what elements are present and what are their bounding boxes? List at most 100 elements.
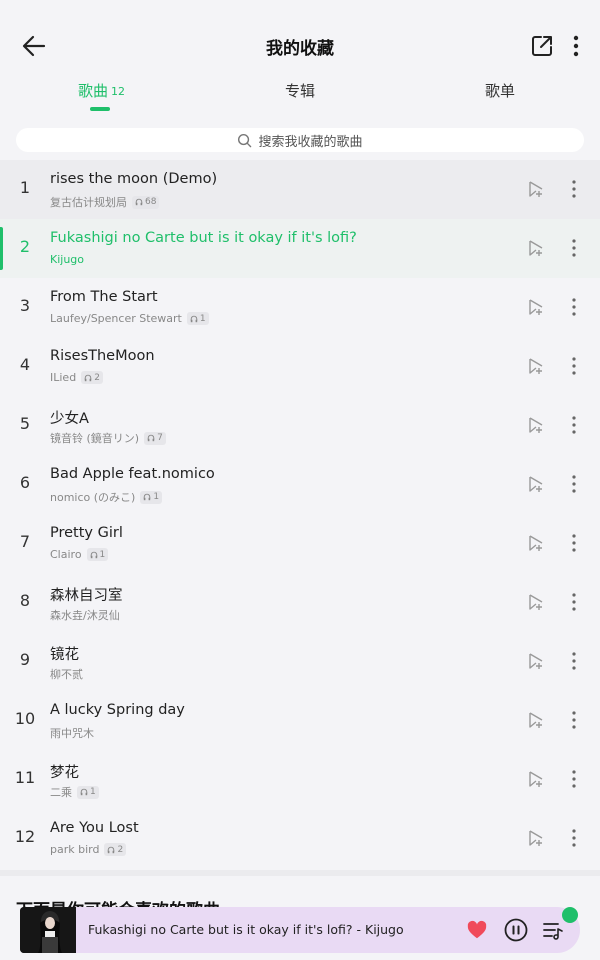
song-title: 少女A [50,411,89,427]
headphones-icon [90,551,97,558]
play-count-badge: 1 [140,490,163,504]
headphones-icon [80,788,88,796]
add-to-playlist-icon[interactable] [526,415,546,435]
song-artist: 雨中咒木 [50,727,94,740]
add-to-playlist-icon[interactable] [526,651,546,671]
more-vertical-icon[interactable] [566,297,582,317]
tab-playlists[interactable]: 歌单 [485,80,515,101]
more-vertical-icon[interactable] [566,828,582,848]
song-artist-line: ILied 2 [50,371,103,384]
song-title: RisesTheMoon [50,348,155,364]
more-vertical-icon[interactable] [566,179,582,199]
album-cover-art [20,907,76,953]
song-artist-line: nomico (のみこ) 1 [50,489,163,505]
song-artist-line: Kijugo [50,253,84,266]
song-title: 镜花 [50,647,79,663]
section-divider [0,870,600,876]
queue-icon[interactable] [542,919,564,941]
song-index: 3 [19,296,31,315]
play-count-badge: 2 [104,843,127,856]
song-artist-line: 森水垚/沐灵仙 [50,607,120,623]
share-icon[interactable] [530,34,554,58]
add-to-playlist-icon[interactable] [526,297,546,317]
song-row[interactable]: 1 rises the moon (Demo) 复古估计规划局 68 [0,160,600,219]
play-count: 2 [94,372,100,383]
headphones-icon [147,434,155,442]
song-artist-line: 镜音铃 (鏡音リン) 7 [50,430,166,446]
song-artist-line: Clairo 1 [50,548,109,561]
song-row[interactable]: 4 RisesTheMoon ILied 2 [0,337,600,396]
song-artist: ILied [50,371,77,384]
song-title: 梦花 [50,765,79,781]
page-title: 我的收藏 [266,39,334,59]
song-row[interactable]: 9 镜花 柳不贰 [0,632,600,691]
song-title: Are You Lost [50,820,139,836]
play-count-badge: 1 [86,548,109,561]
song-row[interactable]: 8 森林自习室 森水垚/沐灵仙 [0,573,600,632]
heart-icon[interactable] [466,919,488,941]
song-row[interactable]: 6 Bad Apple feat.nomico nomico (のみこ) 1 [0,455,600,514]
more-vertical-icon[interactable] [568,34,584,58]
song-artist: Kijugo [50,253,85,266]
tab-songs-label: 歌曲 [78,82,109,100]
more-vertical-icon[interactable] [566,415,582,435]
add-to-playlist-icon[interactable] [526,592,546,612]
pause-icon[interactable] [504,918,528,942]
more-vertical-icon[interactable] [566,533,582,553]
add-to-playlist-icon[interactable] [526,238,546,258]
album-cover[interactable] [20,907,76,953]
song-artist-line: park bird 2 [50,843,127,856]
more-vertical-icon[interactable] [566,474,582,494]
play-count: 1 [99,549,106,560]
song-artist: Clairo [50,548,82,561]
song-title: rises the moon (Demo) [50,171,218,187]
search-placeholder: 搜索我收藏的歌曲 [258,134,363,150]
add-to-playlist-icon[interactable] [526,474,546,494]
add-to-playlist-icon[interactable] [526,356,546,376]
more-vertical-icon[interactable] [566,592,582,612]
play-count-badge: 7 [144,431,166,445]
song-artist: 二乘 [50,786,72,799]
add-to-playlist-icon[interactable] [526,179,546,199]
song-artist: 森水垚/沐灵仙 [50,609,120,622]
song-index: 8 [19,591,31,610]
more-vertical-icon[interactable] [566,710,582,730]
song-artist: 复古估计规划局 [50,196,127,209]
song-title: Pretty Girl [50,525,123,541]
more-vertical-icon[interactable] [566,651,582,671]
song-row[interactable]: 3 From The Start Laufey/Spencer Stewart 1 [0,278,600,337]
more-vertical-icon[interactable] [566,356,582,376]
song-index: 10 [14,709,36,728]
more-vertical-icon[interactable] [566,238,582,258]
song-row[interactable]: 7 Pretty Girl Clairo 1 [0,514,600,573]
tab-albums[interactable]: 专辑 [285,80,315,101]
song-artist: park bird [50,843,100,856]
add-to-playlist-icon[interactable] [526,710,546,730]
song-artist: nomico (のみこ) [50,491,136,504]
song-row[interactable]: 11 梦花 二乘 1 [0,750,600,809]
song-list: 1 rises the moon (Demo) 复古估计规划局 68 2 Fuka… [0,160,600,868]
song-index: 6 [19,473,31,492]
song-row-now-playing[interactable]: 2 Fukashigi no Carte but is it okay if i… [0,219,600,278]
play-count: 1 [199,313,206,324]
play-count-badge: 1 [186,312,209,325]
more-vertical-icon[interactable] [566,769,582,789]
play-count: 1 [153,492,160,502]
song-title: Bad Apple feat.nomico [50,466,215,482]
add-to-playlist-icon[interactable] [526,769,546,789]
mini-player[interactable]: Fukashigi no Carte but is it okay if it'… [20,907,580,953]
add-to-playlist-icon[interactable] [526,533,546,553]
song-row[interactable]: 5 少女A 镜音铃 (鏡音リン) 7 [0,396,600,455]
song-index: 4 [19,355,31,374]
song-index: 9 [19,650,31,669]
song-title: From The Start [50,289,158,305]
song-row[interactable]: 12 Are You Lost park bird 2 [0,809,600,868]
search-input[interactable]: 搜索我收藏的歌曲 [16,128,584,152]
headphones-icon [190,315,198,322]
song-artist: Laufey/Spencer Stewart [50,312,182,325]
add-to-playlist-icon[interactable] [526,828,546,848]
headphones-icon [144,493,151,501]
floating-status-dot[interactable] [562,907,578,923]
tab-songs[interactable]: 歌曲 12 [78,80,125,101]
song-row[interactable]: 10 A lucky Spring day 雨中咒木 [0,691,600,750]
